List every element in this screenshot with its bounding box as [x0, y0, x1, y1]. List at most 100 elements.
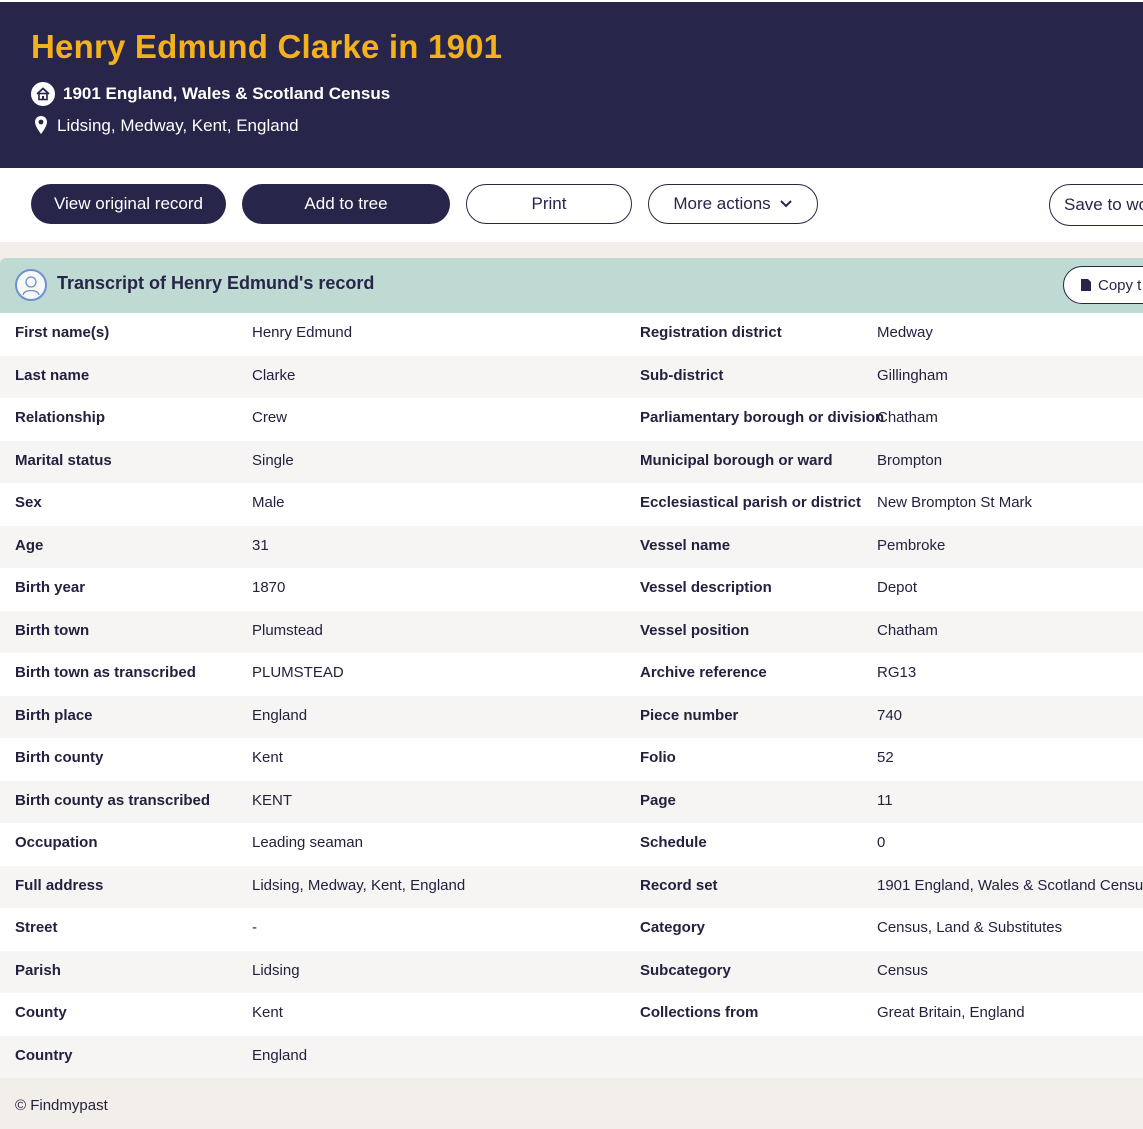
field-value: Gillingham	[877, 366, 948, 384]
field-label: Full address	[15, 876, 104, 894]
field-value: Brompton	[877, 451, 943, 469]
field-value: Henry Edmund	[252, 324, 353, 341]
table-row: Sex Male Ecclesiastical parish or district…	[0, 483, 1143, 526]
field-label: Vessel name	[640, 536, 731, 554]
field-value: Lidsing	[252, 961, 300, 979]
field-label: Sex	[15, 494, 42, 511]
action-toolbar: View original record Add to tree Print M…	[0, 168, 1143, 242]
field-value: Leading seaman	[252, 834, 363, 851]
field-label: Registration district	[640, 324, 782, 341]
table-row: Birth county as transcribed KENT Page 11	[0, 780, 1143, 823]
field-value: Plumstead	[252, 621, 323, 639]
field-value: England	[252, 1046, 308, 1064]
field-value: Male	[252, 494, 285, 511]
field-label: Folio	[640, 749, 676, 766]
field-label: Ecclesiastical parish or district	[640, 494, 861, 511]
field-value: Chatham	[877, 621, 938, 639]
record-set-line: 1901 England, Wales & Scotland Census	[31, 82, 390, 106]
field-label: Birth year	[15, 579, 86, 596]
field-label: Parliamentary borough or division	[640, 409, 885, 426]
table-row: Country England	[0, 1035, 1143, 1078]
table-row: Birth year 1870 Vessel description Depot	[0, 568, 1143, 611]
field-label: Birth place	[15, 706, 93, 724]
table-row: Birth town Plumstead Vessel position Chatha…	[0, 610, 1143, 653]
field-label: Parish	[15, 961, 61, 979]
table-row: Last name Clarke Sub-district Gillingham	[0, 355, 1143, 398]
field-label: Birth town as transcribed	[15, 664, 196, 681]
transcript-title: Transcript of Henry Edmund's record	[57, 273, 375, 293]
field-label: Birth county as transcribed	[15, 791, 211, 809]
field-value: Clarke	[252, 366, 296, 384]
table-row: Birth place England Piece number 740	[0, 695, 1143, 738]
more-actions-label: More actions	[673, 194, 771, 213]
field-label: Vessel position	[640, 621, 750, 639]
field-label: Municipal borough or ward	[640, 451, 833, 469]
document-icon	[1080, 278, 1092, 292]
field-label: Record set	[640, 876, 718, 894]
field-label: Subcategory	[640, 961, 731, 979]
field-label: Last name	[15, 366, 90, 384]
field-label: Age	[15, 536, 44, 554]
field-value: Lidsing, Medway, Kent, England	[252, 876, 466, 894]
field-value: Census, Land & Substitutes	[877, 919, 1063, 936]
transcript-header: Transcript of Henry Edmund's record Copy…	[0, 258, 1143, 313]
field-label: Occupation	[15, 834, 98, 851]
field-value: -	[252, 919, 257, 936]
record-set-label[interactable]: 1901 England, Wales & Scotland Census	[63, 84, 390, 104]
page-title: Henry Edmund Clarke in 1901	[31, 28, 503, 65]
person-avatar-icon	[15, 269, 47, 301]
field-label: Piece number	[640, 706, 739, 724]
field-value: Medway	[877, 324, 933, 341]
field-value: Single	[252, 451, 294, 469]
field-value: Depot	[877, 579, 918, 596]
field-value: Census	[877, 961, 928, 979]
copyright: © Findmypast	[15, 1097, 108, 1114]
field-label: Sub-district	[640, 366, 724, 384]
field-value: PLUMSTEAD	[252, 664, 344, 681]
map-pin-icon	[31, 115, 51, 137]
table-row: Full address Lidsing, Medway, Kent, Engla…	[0, 865, 1143, 908]
field-value: 1870	[252, 579, 286, 596]
table-row: Relationship Crew Parliamentary borough or…	[0, 398, 1143, 441]
table-row: Occupation Leading seaman Schedule 0	[0, 823, 1143, 866]
field-value: 1901 England, Wales & Scotland Census	[877, 876, 1143, 894]
table-row: Birth county Kent Folio 52	[0, 738, 1143, 781]
save-button[interactable]: Save to wo	[1049, 184, 1143, 226]
field-value: 740	[877, 706, 903, 724]
field-value: RG13	[877, 664, 917, 681]
field-label: Page	[640, 791, 676, 809]
field-value: Kent	[252, 749, 283, 766]
field-label: County	[15, 1004, 67, 1021]
field-label: Category	[640, 919, 706, 936]
chevron-down-icon	[779, 199, 793, 209]
table-row: Marital status Single Municipal borough or…	[0, 440, 1143, 483]
table-row: Parish Lidsing Subcategory Census	[0, 950, 1143, 993]
field-label: First name(s)	[15, 324, 110, 341]
location-label: Lidsing, Medway, Kent, England	[57, 116, 299, 135]
field-label: Vessel description	[640, 579, 772, 596]
view-original-record-button[interactable]: View original record	[31, 184, 226, 224]
field-value: Crew	[252, 409, 288, 426]
add-to-tree-button[interactable]: Add to tree	[242, 184, 450, 224]
field-label: Street	[15, 919, 58, 936]
table-row: Age 31 Vessel name Pembroke	[0, 525, 1143, 568]
field-value: KENT	[252, 791, 293, 809]
field-value: Pembroke	[877, 536, 946, 554]
field-value: Chatham	[877, 409, 938, 426]
field-value: England	[252, 706, 308, 724]
copy-button[interactable]: Copy t	[1063, 266, 1143, 304]
field-value: 52	[877, 749, 894, 766]
field-label: Birth county	[15, 749, 104, 766]
field-value: 11	[877, 791, 893, 809]
print-button[interactable]: Print	[466, 184, 632, 224]
copy-label: Copy t	[1098, 276, 1142, 294]
table-row: Birth town as transcribed PLUMSTEAD Archiv…	[0, 653, 1143, 696]
more-actions-button[interactable]: More actions	[648, 184, 818, 224]
field-label: Marital status	[15, 451, 112, 469]
record-header: Henry Edmund Clarke in 1901 1901 England…	[0, 0, 1143, 168]
field-label: Archive reference	[640, 664, 767, 681]
field-value: Great Britain, England	[877, 1004, 1025, 1021]
transcript-table: First name(s) Henry Edmund Registration di…	[0, 313, 1143, 1078]
table-row: Street - Category Census, Land & Substitute…	[0, 908, 1143, 951]
table-row: First name(s) Henry Edmund Registration di…	[0, 313, 1143, 356]
